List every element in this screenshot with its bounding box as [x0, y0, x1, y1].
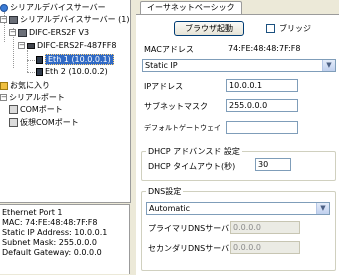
ethernet-icon — [36, 67, 43, 76]
info-mac: MAC: 74:FE:48:48:7F:F8 — [2, 218, 98, 227]
server-icon — [9, 15, 18, 24]
virtual-com-port-icon — [9, 118, 18, 127]
chevron-down-icon: ▼ — [322, 60, 335, 71]
dns-mode-value: Automatic — [149, 204, 191, 213]
tree-line — [27, 50, 28, 72]
secondary-dns-label: セカンダリDNSサーバ — [148, 244, 230, 253]
right-pane: イーサネットベーシック ブラウザ起動 ブリッジ MACアドレス 74:FE:48… — [136, 0, 339, 275]
dhcp-timeout-label: DHCP タイムアウト(秒) — [148, 162, 236, 171]
collapse-icon[interactable]: − — [9, 29, 16, 36]
default-gateway-label: デフォルトゲートウェイ — [144, 124, 221, 132]
primary-dns-label: プライマリDNSサーバ — [148, 224, 230, 233]
tree-item-eth1[interactable]: Eth 1 (10.0.0.1) — [36, 54, 114, 66]
mac-value: 74:FE:48:48:7F:F8 — [228, 44, 301, 53]
tree-item-label: お気に入り — [10, 81, 50, 90]
tree-line — [27, 60, 35, 61]
network-device-icon — [27, 42, 35, 49]
ip-address-field[interactable]: 10.0.0.1 — [226, 79, 298, 92]
launch-browser-button[interactable]: ブラウザ起動 — [174, 21, 244, 36]
globe-icon — [0, 3, 8, 12]
tab-ethernet-basic[interactable]: イーサネットベーシック — [140, 1, 242, 15]
tree-item-virtual-com[interactable]: 仮想COMポート — [9, 117, 79, 129]
tree-item-label: 仮想COMポート — [20, 118, 79, 127]
tree-item-root[interactable]: シリアルデバイスサーバー — [0, 2, 106, 14]
dns-group: DNS設定 Automatic ▼ プライマリDNSサーバ 0.0.0.0 セカ… — [141, 186, 336, 271]
default-gateway-field[interactable] — [226, 121, 298, 134]
collapse-icon[interactable]: − — [18, 42, 25, 49]
collapse-icon[interactable]: − — [0, 94, 7, 101]
subnet-mask-label: サブネットマスク — [144, 102, 208, 111]
device-tree[interactable]: シリアルデバイスサーバー − シリアルデバイスサーバー (1) − DIFC-ERS… — [0, 0, 131, 203]
tree-line — [27, 72, 35, 73]
bridge-label: ブリッジ — [279, 24, 311, 33]
tree-item-label: COMポート — [20, 105, 63, 114]
dhcp-timeout-field[interactable]: 30 — [255, 158, 291, 171]
chevron-down-icon: ▼ — [316, 203, 329, 214]
tree-item-label: シリアルポート — [9, 93, 65, 102]
subnet-mask-field[interactable]: 255.0.0.0 — [226, 99, 298, 112]
info-gateway: Default Gateway: 0.0.0.0 — [2, 248, 102, 257]
collapse-icon[interactable]: − — [0, 16, 7, 23]
secondary-dns-field[interactable]: 0.0.0.0 — [230, 241, 300, 254]
dns-mode-select[interactable]: Automatic ▼ — [146, 202, 330, 215]
tree-item-serial-ports[interactable]: − シリアルポート — [0, 92, 65, 104]
dhcp-advanced-title: DHCP アドバンスド 設定 — [146, 146, 242, 157]
com-port-icon — [9, 105, 18, 114]
tree-item-label: Eth 2 (10.0.0.2) — [45, 67, 108, 76]
tree-item-device[interactable]: − DIFC-ERS2F V3 — [9, 27, 89, 39]
dns-title: DNS設定 — [146, 186, 184, 197]
primary-dns-field[interactable]: 0.0.0.0 — [230, 221, 300, 234]
info-ip: Static IP Address: 10.0.0.1 — [2, 228, 108, 237]
tree-item-label: シリアルデバイスサーバー (1) — [20, 15, 130, 24]
info-port: Ethernet Port 1 — [2, 208, 63, 217]
ip-mode-select[interactable]: Static IP ▼ — [142, 59, 336, 72]
dhcp-advanced-group: DHCP アドバンスド 設定 DHCP タイムアウト(秒) 30 — [141, 146, 336, 181]
ethernet-settings-panel: ブラウザ起動 ブリッジ MACアドレス 74:FE:48:48:7F:F8 St… — [136, 14, 339, 275]
favorites-icon — [0, 81, 8, 90]
ethernet-icon — [36, 55, 43, 64]
tree-item-servers[interactable]: − シリアルデバイスサーバー (1) — [0, 14, 129, 26]
tree-item-eth2[interactable]: Eth 2 (10.0.0.2) — [36, 66, 108, 78]
tree-item-mac[interactable]: − DIFC-ERS2F-487FF8 — [18, 40, 116, 52]
tree-item-com-port[interactable]: COMポート — [9, 104, 63, 116]
ip-mode-value: Static IP — [145, 61, 178, 70]
ip-address-label: IPアドレス — [144, 82, 184, 91]
tree-item-label-selected: Eth 1 (10.0.0.1) — [45, 54, 114, 65]
mac-label: MACアドレス — [144, 45, 194, 54]
tree-item-label: DIFC-ERS2F V3 — [29, 28, 90, 37]
tree-item-label: シリアルデバイスサーバー — [10, 3, 106, 12]
device-icon — [18, 28, 27, 37]
tree-item-favorites[interactable]: お気に入り — [0, 80, 50, 92]
info-subnet: Subnet Mask: 255.0.0.0 — [2, 238, 97, 247]
bridge-checkbox[interactable] — [266, 24, 275, 33]
port-info-panel: Ethernet Port 1 MAC: 74:FE:48:48:7F:F8 S… — [0, 204, 130, 274]
left-pane: シリアルデバイスサーバー − シリアルデバイスサーバー (1) − DIFC-ERS… — [0, 0, 133, 274]
tab-bar: イーサネットベーシック — [136, 0, 339, 15]
tree-item-label: DIFC-ERS2F-487FF8 — [37, 41, 117, 50]
